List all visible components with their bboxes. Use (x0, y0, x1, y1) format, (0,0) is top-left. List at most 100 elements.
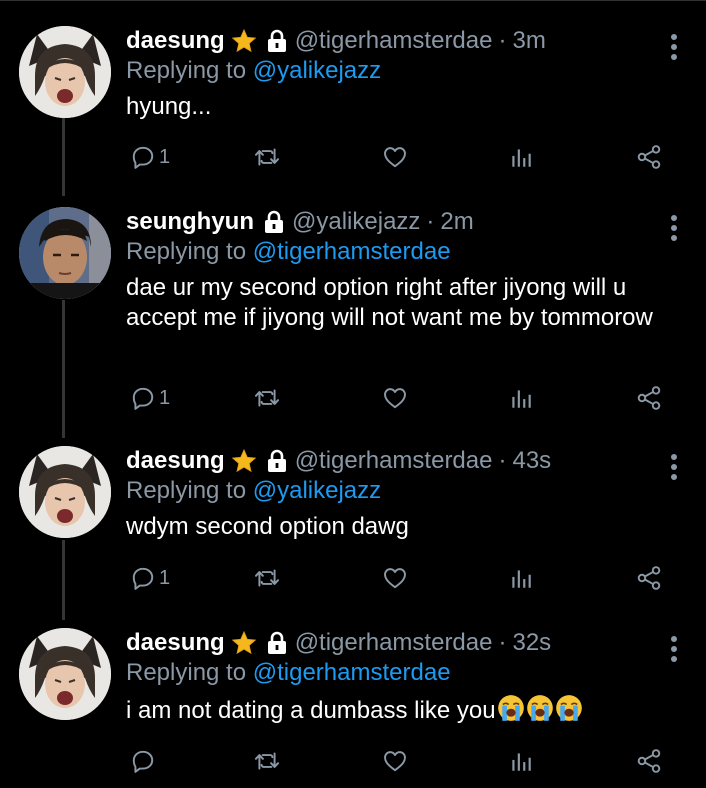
separator-dot: · (498, 629, 507, 656)
replying-to-label: Replying to (126, 238, 247, 265)
tweet-content: daesung @tigerhamsterdae · 43s Replying … (126, 446, 666, 542)
avatar[interactable] (19, 207, 111, 299)
like-icon (382, 144, 408, 170)
retweet-button[interactable] (254, 748, 280, 774)
timestamp[interactable]: 2m (440, 208, 473, 236)
retweet-icon (254, 748, 280, 774)
tweet-actions: 1 (126, 385, 676, 415)
star-icon (231, 448, 257, 474)
tweet-header: seunghyun @yalikejazz · 2m (126, 207, 666, 237)
replying-to: Replying to @yalikejazz (126, 56, 666, 86)
reply-button[interactable]: 1 (130, 385, 170, 411)
analytics-button[interactable] (508, 748, 534, 774)
user-handle[interactable]: @tigerhamsterdae (295, 629, 493, 657)
like-icon (382, 565, 408, 591)
display-name[interactable]: daesung (126, 27, 225, 55)
replying-to: Replying to @tigerhamsterdae (126, 237, 666, 267)
retweet-icon (254, 565, 280, 591)
top-divider (0, 0, 706, 7)
avatar-daesung-image (19, 26, 111, 118)
like-button[interactable] (382, 144, 408, 170)
mention-link[interactable]: @yalikejazz (253, 57, 381, 84)
tweet-actions: 1 (126, 565, 676, 595)
share-button[interactable] (636, 748, 662, 774)
display-name[interactable]: daesung (126, 447, 225, 475)
share-icon (636, 385, 662, 411)
replying-to: Replying to @yalikejazz (126, 476, 666, 506)
loudly-crying-face-icon (497, 694, 525, 730)
reply-count: 1 (159, 386, 171, 409)
star-icon (231, 28, 257, 54)
tweet-text: dae ur my second option right after jiyo… (126, 274, 653, 331)
tweet-actions (126, 748, 676, 778)
reply-count: 1 (159, 566, 171, 589)
share-icon (636, 748, 662, 774)
reply-button[interactable]: 1 (130, 144, 170, 170)
lock-icon (265, 29, 289, 53)
replying-to-label: Replying to (126, 659, 247, 686)
mention-link[interactable]: @tigerhamsterdae (253, 238, 451, 265)
user-handle[interactable]: @tigerhamsterdae (295, 27, 493, 55)
retweet-button[interactable] (254, 565, 280, 591)
tweet-actions: 1 (126, 144, 676, 174)
replying-to: Replying to @tigerhamsterdae (126, 658, 666, 688)
like-icon (382, 748, 408, 774)
timestamp[interactable]: 32s (512, 629, 551, 657)
star-icon (231, 630, 257, 656)
share-icon (636, 144, 662, 170)
mention-link[interactable]: @tigerhamsterdae (253, 659, 451, 686)
like-button[interactable] (382, 748, 408, 774)
avatar[interactable] (19, 628, 111, 720)
reply-icon (130, 144, 156, 170)
reply-button[interactable] (130, 748, 159, 774)
analytics-icon (508, 385, 534, 411)
loudly-crying-face-icon (526, 694, 554, 730)
thread-connector (62, 300, 65, 438)
thread-connector (62, 540, 65, 620)
like-button[interactable] (382, 565, 408, 591)
avatar-daesung-image (19, 446, 111, 538)
user-handle[interactable]: @yalikejazz (292, 208, 420, 236)
analytics-button[interactable] (508, 144, 534, 170)
retweet-icon (254, 144, 280, 170)
replying-to-label: Replying to (126, 477, 247, 504)
tweet-header: daesung @tigerhamsterdae · 3m (126, 26, 666, 56)
like-button[interactable] (382, 385, 408, 411)
analytics-button[interactable] (508, 565, 534, 591)
avatar[interactable] (19, 26, 111, 118)
share-button[interactable] (636, 144, 662, 170)
more-options-icon[interactable] (670, 215, 678, 245)
reply-button[interactable]: 1 (130, 565, 170, 591)
analytics-icon (508, 565, 534, 591)
tweet-content: seunghyun @yalikejazz · 2m Replying to @… (126, 207, 666, 333)
retweet-button[interactable] (254, 385, 280, 411)
analytics-icon (508, 144, 534, 170)
more-options-icon[interactable] (670, 34, 678, 64)
tweet-text: hyung... (126, 93, 212, 120)
timestamp[interactable]: 3m (512, 27, 545, 55)
tweet-header: daesung @tigerhamsterdae · 43s (126, 446, 666, 476)
lock-icon (265, 449, 289, 473)
reply-icon (130, 385, 156, 411)
avatar[interactable] (19, 446, 111, 538)
mention-link[interactable]: @yalikejazz (253, 477, 381, 504)
reply-count: 1 (159, 145, 171, 168)
avatar-daesung-image (19, 628, 111, 720)
more-options-icon[interactable] (670, 454, 678, 484)
loudly-crying-face-icon (555, 694, 583, 730)
separator-dot: · (498, 447, 507, 474)
user-handle[interactable]: @tigerhamsterdae (295, 447, 493, 475)
analytics-button[interactable] (508, 385, 534, 411)
share-button[interactable] (636, 565, 662, 591)
like-icon (382, 385, 408, 411)
retweet-icon (254, 385, 280, 411)
separator-dot: · (498, 27, 507, 54)
display-name[interactable]: seunghyun (126, 208, 254, 236)
display-name[interactable]: daesung (126, 629, 225, 657)
more-options-icon[interactable] (670, 636, 678, 666)
analytics-icon (508, 748, 534, 774)
retweet-button[interactable] (254, 144, 280, 170)
share-button[interactable] (636, 385, 662, 411)
timestamp[interactable]: 43s (512, 447, 551, 475)
lock-icon (262, 210, 286, 234)
